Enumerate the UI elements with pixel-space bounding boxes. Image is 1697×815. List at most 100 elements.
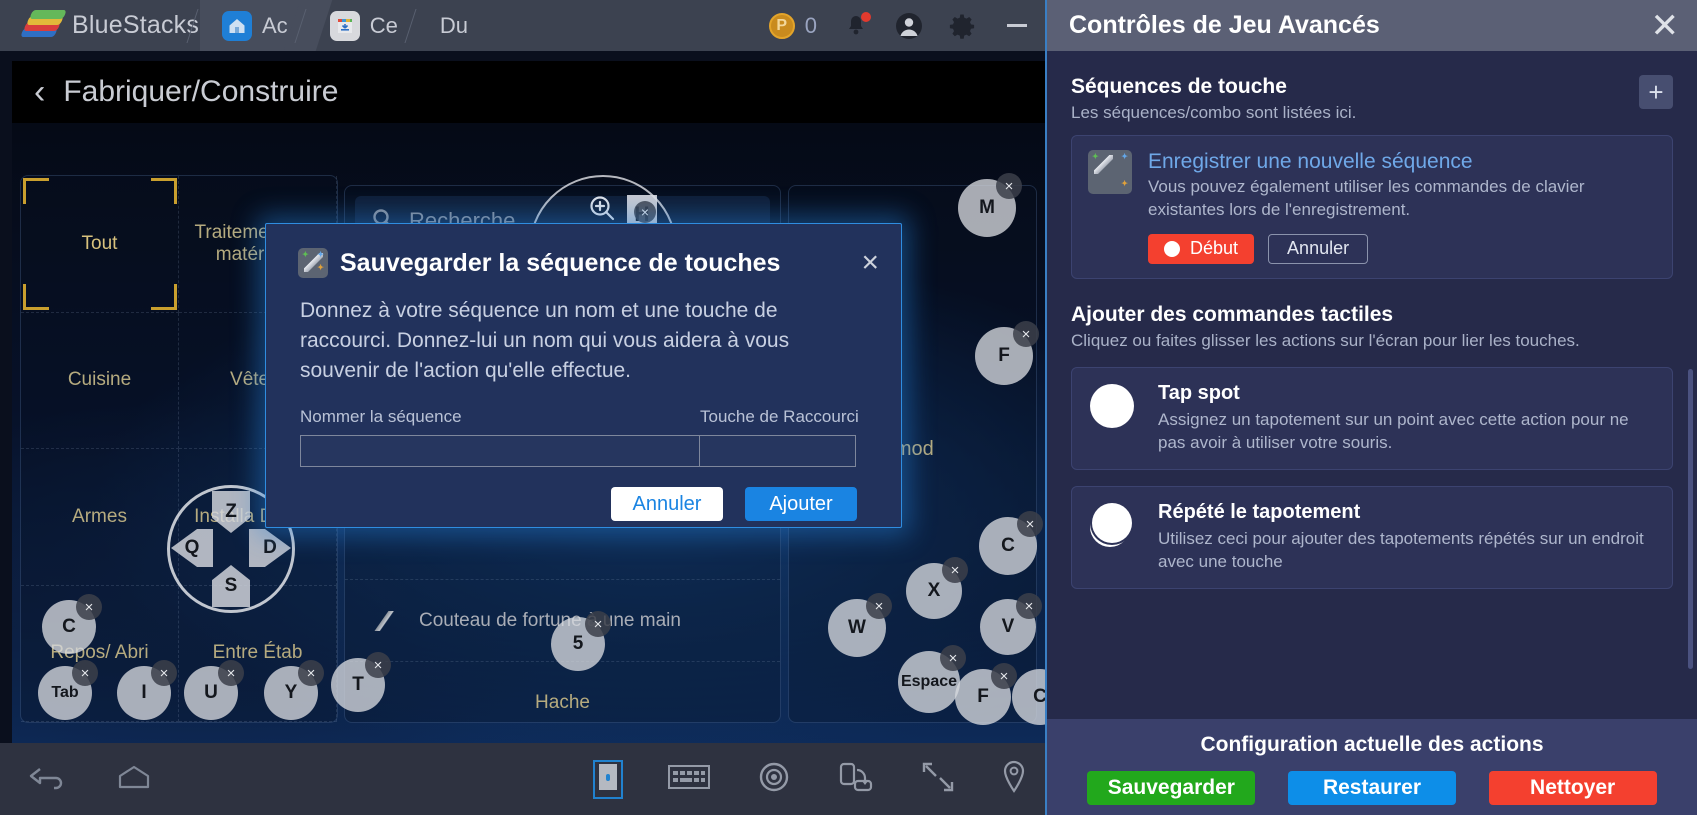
keycap-5[interactable]: 5 × — [551, 611, 611, 671]
keycap-remove-icon[interactable]: × — [991, 663, 1017, 689]
record-sequence-card[interactable]: ✦ ✦ ✦ Enregistrer une nouvelle séquence Vo… — [1071, 135, 1673, 279]
cancel-recording-button[interactable]: Annuler — [1268, 233, 1369, 264]
keycap-v[interactable]: V × — [980, 593, 1042, 655]
record-sequence-title: Enregistrer une nouvelle séquence — [1148, 150, 1473, 173]
tab-centre[interactable]: Ce — [294, 0, 418, 51]
panel-header: Contrôles de Jeu Avancés ✕ — [1047, 0, 1697, 51]
tab-centre-label: Ce — [369, 12, 398, 38]
sequence-name-input[interactable] — [300, 435, 700, 468]
close-icon[interactable]: × — [861, 248, 879, 278]
fullscreen-icon[interactable] — [921, 761, 955, 798]
panel-scrollbar[interactable] — [1688, 369, 1693, 669]
keycap-remove-icon[interactable]: × — [866, 593, 892, 619]
keycap-espace[interactable]: Espace × — [898, 645, 966, 713]
keycap-remove-icon[interactable]: × — [76, 594, 102, 620]
keycap-remove-icon[interactable]: × — [298, 660, 324, 686]
keycap-remove-icon[interactable]: × — [942, 557, 968, 583]
keycap-f[interactable]: F × — [975, 321, 1039, 385]
notification-bell-icon[interactable] — [843, 11, 871, 39]
account-avatar-icon[interactable] — [895, 12, 923, 40]
dialog-field-labels: Nommer la séquence Touche de Raccourci — [266, 385, 901, 427]
clear-button[interactable]: Nettoyer — [1488, 771, 1657, 805]
dialog-actions: Annuler Ajouter — [266, 467, 901, 522]
keycap-remove-icon[interactable]: × — [996, 173, 1022, 199]
add-sequence-button[interactable]: + — [1639, 75, 1673, 109]
category-label: Tout — [81, 232, 118, 254]
keycap-remove-icon[interactable]: × — [1013, 321, 1039, 347]
bluestacks-brand[interactable]: BlueStacks — [0, 9, 200, 41]
screenshot-icon[interactable] — [593, 759, 623, 799]
location-icon[interactable] — [1001, 760, 1027, 799]
repeat-tap-icon — [1088, 501, 1136, 549]
record-dot-icon — [1164, 240, 1180, 257]
add-button[interactable]: Ajouter — [745, 487, 857, 522]
footer-actions: Sauvegarder Restaurer Nettoyer — [1047, 757, 1697, 805]
name-field-label: Nommer la séquence — [300, 407, 462, 427]
keycap-y[interactable]: Y × — [264, 660, 324, 720]
keycap-t[interactable]: T × — [331, 652, 391, 712]
shortcut-key-input[interactable] — [700, 435, 856, 468]
restore-button[interactable]: Restaurer — [1287, 771, 1456, 805]
keycap-f[interactable]: F × — [955, 663, 1017, 725]
keycap-remove-icon[interactable]: × — [585, 611, 611, 637]
record-actions: Début Annuler — [1148, 233, 1656, 264]
touch-controls-section-header: Ajouter des commandes tactiles Cliquez o… — [1071, 279, 1673, 351]
back-icon[interactable] — [28, 763, 68, 796]
keycap-u[interactable]: U × — [184, 660, 244, 720]
recipe-label: Hache — [535, 691, 590, 713]
game-screen-title: Fabriquer/Construire — [63, 75, 339, 108]
category-armes[interactable]: Armes — [21, 449, 179, 586]
keycap-remove-icon[interactable]: × — [940, 645, 966, 671]
touch-controls-heading: Ajouter des commandes tactiles — [1071, 302, 1394, 326]
repeat-tap-option: Répété le tapotement Utilisez ceci pour … — [1088, 501, 1656, 574]
start-recording-button[interactable]: Début — [1148, 233, 1255, 264]
settings-gear-icon[interactable] — [949, 13, 975, 39]
keycap-remove-icon[interactable]: × — [1017, 511, 1043, 537]
keyboard-icon[interactable] — [667, 762, 711, 797]
keycap-x[interactable]: X × — [906, 557, 968, 619]
keycap-remove-icon[interactable]: × — [365, 652, 391, 678]
minimize-icon[interactable] — [1007, 24, 1027, 27]
category-cuisine[interactable]: Cuisine — [21, 312, 179, 449]
keycap-remove-icon[interactable]: × — [151, 660, 177, 686]
keycap-remove-icon[interactable]: × — [72, 660, 98, 686]
category-label: Armes — [72, 505, 127, 527]
keycap-remove-icon[interactable]: × — [634, 201, 656, 223]
android-nav-bar — [0, 743, 1045, 815]
cancel-button[interactable]: Annuler — [611, 487, 723, 522]
record-sequence-desc: Vous pouvez également utiliser les comma… — [1148, 177, 1585, 219]
tap-spot-card[interactable]: Tap spot Assignez un tapotement sur un p… — [1071, 366, 1673, 470]
repeat-tap-card[interactable]: Répété le tapotement Utilisez ceci pour … — [1071, 485, 1673, 589]
keycap-c[interactable]: C× — [42, 594, 102, 654]
repeat-tap-desc: Utilisez ceci pour ajouter des tapotemen… — [1158, 528, 1644, 571]
close-icon[interactable]: ✕ — [1651, 9, 1680, 43]
recipe-label: Couteau de fortune à une main — [419, 609, 681, 631]
tap-spot-desc: Assignez un tapotement sur un point avec… — [1158, 409, 1629, 452]
start-recording-label: Début — [1190, 238, 1239, 259]
footer-heading: Configuration actuelle des actions — [1200, 733, 1544, 756]
shortcut-field-label: Touche de Raccourci — [700, 407, 859, 427]
tab-accueil-label: Ac — [262, 12, 288, 38]
back-chevron-icon[interactable]: ‹ — [34, 75, 45, 109]
keycap-w[interactable]: W × — [828, 593, 892, 657]
sequences-subheading: Les séquences/combo sont listées ici. — [1071, 103, 1357, 122]
home-icon[interactable] — [114, 763, 154, 796]
tab-jeu[interactable]: Du — [404, 0, 1463, 815]
category-tout[interactable]: Tout — [21, 176, 179, 313]
list-item[interactable]: Hache — [345, 662, 780, 744]
sequences-section-header: Séquences de touche Les séquences/combo … — [1071, 51, 1673, 123]
keycap-remove-icon[interactable]: × — [1016, 593, 1042, 619]
tab-accueil[interactable]: Ac — [186, 0, 308, 51]
touch-controls-subheading: Cliquez ou faites glisser les actions su… — [1071, 330, 1580, 350]
keycap-m[interactable]: M × — [958, 173, 1022, 237]
dialog-fields — [266, 427, 901, 468]
save-button[interactable]: Sauvegarder — [1087, 771, 1256, 805]
keycap-tab[interactable]: Tab × — [38, 660, 98, 720]
keycap-i[interactable]: I × — [117, 660, 177, 720]
tap-spot-title: Tap spot — [1158, 381, 1240, 404]
eye-icon[interactable] — [757, 760, 791, 799]
rotate-icon[interactable] — [837, 761, 875, 798]
keycap-remove-icon[interactable]: × — [218, 660, 244, 686]
coin-icon[interactable]: P — [768, 12, 795, 39]
keycap-c[interactable]: C× — [979, 511, 1043, 575]
